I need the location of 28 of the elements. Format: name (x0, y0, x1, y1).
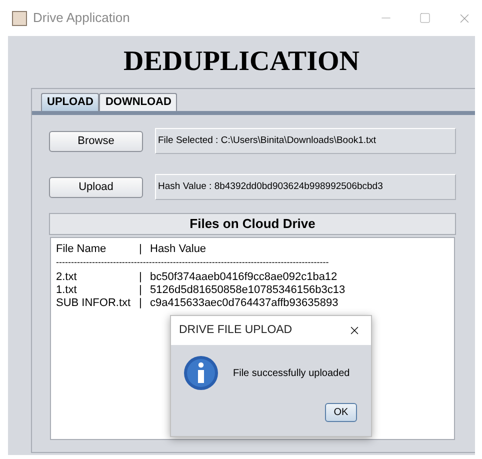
file-name: 2.txt (56, 271, 78, 284)
dashed-rule-text: ------------------------------------------------------------------------------------------- (56, 256, 330, 268)
window-title: Drive Application (33, 9, 130, 28)
column-separator: | (139, 271, 143, 284)
upload-button[interactable]: Upload (49, 176, 143, 198)
browse-button[interactable]: Browse (49, 130, 143, 152)
dialog-title: DRIVE FILE UPLOAD (179, 322, 292, 338)
column-separator: | (139, 243, 143, 256)
file-name: 1.txt (56, 284, 78, 297)
dialog-message: File successfully uploaded (233, 366, 350, 380)
file-name: SUB INFOR.txt (56, 297, 132, 310)
tab[interactable]: DOWNLOAD (99, 93, 178, 111)
maximize-icon[interactable] (419, 12, 431, 24)
tab[interactable]: UPLOAD (41, 93, 100, 111)
close-icon[interactable] (348, 324, 361, 337)
hash-value-field: Hash Value : 8b4392dd0bd903624b998992506bcbd3 (155, 174, 456, 200)
files-panel-header: Files on Cloud Drive (49, 213, 456, 235)
column-separator: | (139, 297, 143, 310)
file-hash: bc50f374aaeb0416f9cc8ae092c1ba12 (150, 271, 338, 284)
info-icon (183, 355, 219, 391)
app-heading: DEDUPLICATION (124, 45, 360, 79)
file-hash: 5126d5d81650858e10785346156b3c13 (150, 284, 346, 297)
file-hash: c9a415633aec0d764437affb93635893 (150, 297, 338, 310)
column-header-hash: Hash Value (150, 243, 206, 256)
ok-button[interactable]: OK (325, 403, 357, 422)
column-header-name: File Name (56, 243, 108, 256)
column-separator: | (139, 284, 143, 297)
file-selected-field: File Selected : C:\Users\Binita\Downloads\Book1.txt (155, 128, 456, 154)
